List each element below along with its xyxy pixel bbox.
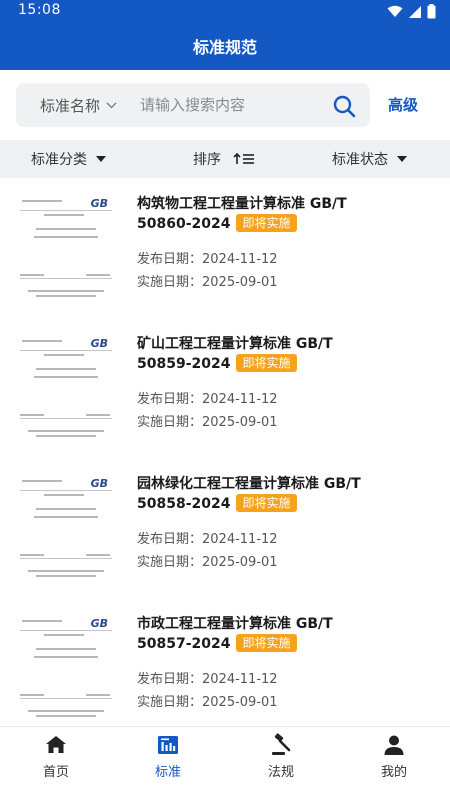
standard-thumbnail: GB xyxy=(16,614,116,720)
standard-thumbnail: GB xyxy=(16,474,116,580)
sort-filter[interactable]: 排序 xyxy=(193,149,255,169)
search-category-dropdown[interactable]: 标准名称 xyxy=(40,95,117,116)
standard-item[interactable]: GB 园林绿化工程工程量计算标准 GB/T 50858-2024 即将实施 发布日… xyxy=(0,458,450,598)
standards-icon xyxy=(158,736,178,754)
status-filter[interactable]: 标准状态 xyxy=(332,149,407,169)
tab-mine-label: 我的 xyxy=(380,765,407,780)
gb-logo: GB xyxy=(90,477,108,490)
category-filter[interactable]: 标准分类 xyxy=(31,149,106,169)
effective-date: 实施日期：2025-09-01 xyxy=(137,415,278,430)
tab-regulations[interactable]: 法规 xyxy=(241,733,321,780)
effective-date: 实施日期：2025-09-01 xyxy=(137,695,278,710)
user-icon xyxy=(384,735,404,755)
effective-date: 实施日期：2025-09-01 xyxy=(137,555,278,570)
status-badge: 即将实施 xyxy=(236,634,297,652)
publish-date: 发布日期：2024-11-12 xyxy=(137,532,278,547)
standards-list: GB 构筑物工程工程量计算标准 GB/T 50860-2024 即将实施 发布日期… xyxy=(0,178,450,726)
search-row: 标准名称 高级 xyxy=(0,70,450,140)
standard-thumbnail: GB xyxy=(16,334,116,440)
tab-regulations-label: 法规 xyxy=(267,765,294,780)
standard-item[interactable]: GB 市政工程工程量计算标准 GB/T 50857-2024 即将实施 发布日期：… xyxy=(0,598,450,726)
tab-mine[interactable]: 我的 xyxy=(354,733,434,780)
gavel-icon xyxy=(272,733,291,755)
gb-logo: GB xyxy=(90,337,108,350)
status-time: 15:08 xyxy=(18,2,61,18)
search-box: 标准名称 xyxy=(16,83,370,127)
sort-filter-label: 排序 xyxy=(193,152,221,168)
advanced-search-button[interactable]: 高级 xyxy=(388,94,418,115)
standard-code: 50857-2024 xyxy=(137,636,231,652)
standard-title: 构筑物工程工程量计算标准 GB/T 50860-2024 即将实施 xyxy=(137,194,437,234)
filter-bar: 标准分类 排序 标准状态 xyxy=(0,140,450,178)
standard-thumbnail: GB xyxy=(16,194,116,300)
signal-icon xyxy=(409,5,421,18)
sort-ascending-icon xyxy=(233,153,254,164)
gb-logo: GB xyxy=(90,197,108,210)
search-icon[interactable] xyxy=(332,94,356,118)
status-bar: 15:08 xyxy=(0,0,450,24)
search-input[interactable] xyxy=(140,92,326,118)
status-badge: 即将实施 xyxy=(236,494,297,512)
search-category-label: 标准名称 xyxy=(40,97,101,115)
wifi-icon xyxy=(387,5,403,17)
gb-logo: GB xyxy=(90,617,108,630)
status-icons xyxy=(387,4,436,19)
status-badge: 即将实施 xyxy=(236,214,297,232)
battery-icon xyxy=(427,4,436,19)
caret-down-icon xyxy=(96,156,106,162)
tab-home[interactable]: 首页 xyxy=(16,733,96,780)
category-filter-label: 标准分类 xyxy=(31,152,87,168)
standard-title: 矿山工程工程量计算标准 GB/T 50859-2024 即将实施 xyxy=(137,334,437,374)
standard-title-text: 构筑物工程工程量计算标准 GB/T xyxy=(137,196,347,212)
status-badge: 即将实施 xyxy=(236,354,297,372)
publish-date: 发布日期：2024-11-12 xyxy=(137,672,278,687)
tab-standards-label: 标准 xyxy=(154,765,181,780)
caret-down-icon xyxy=(397,156,407,162)
tab-home-label: 首页 xyxy=(42,765,69,780)
status-filter-label: 标准状态 xyxy=(332,152,388,168)
standard-title: 市政工程工程量计算标准 GB/T 50857-2024 即将实施 xyxy=(137,614,437,654)
app-header: 15:08 标准规范 xyxy=(0,0,450,70)
standard-title-text: 市政工程工程量计算标准 GB/T xyxy=(137,616,333,632)
bottom-tab-bar: 首页 标准 法规 我的 xyxy=(0,726,450,800)
home-icon xyxy=(46,736,66,753)
publish-date: 发布日期：2024-11-12 xyxy=(137,392,278,407)
effective-date: 实施日期：2025-09-01 xyxy=(137,275,278,290)
standard-code: 50858-2024 xyxy=(137,496,231,512)
publish-date: 发布日期：2024-11-12 xyxy=(137,252,278,267)
standard-code: 50860-2024 xyxy=(137,216,231,232)
standard-title-text: 矿山工程工程量计算标准 GB/T xyxy=(137,336,333,352)
standard-item[interactable]: GB 构筑物工程工程量计算标准 GB/T 50860-2024 即将实施 发布日期… xyxy=(0,178,450,318)
standard-item[interactable]: GB 矿山工程工程量计算标准 GB/T 50859-2024 即将实施 发布日期：… xyxy=(0,318,450,458)
page-title: 标准规范 xyxy=(192,38,257,57)
standard-title-text: 园林绿化工程工程量计算标准 GB/T xyxy=(137,476,361,492)
standard-code: 50859-2024 xyxy=(137,356,231,372)
standard-title: 园林绿化工程工程量计算标准 GB/T 50858-2024 即将实施 xyxy=(137,474,437,514)
chevron-down-icon xyxy=(106,102,117,109)
tab-standards[interactable]: 标准 xyxy=(128,733,208,780)
